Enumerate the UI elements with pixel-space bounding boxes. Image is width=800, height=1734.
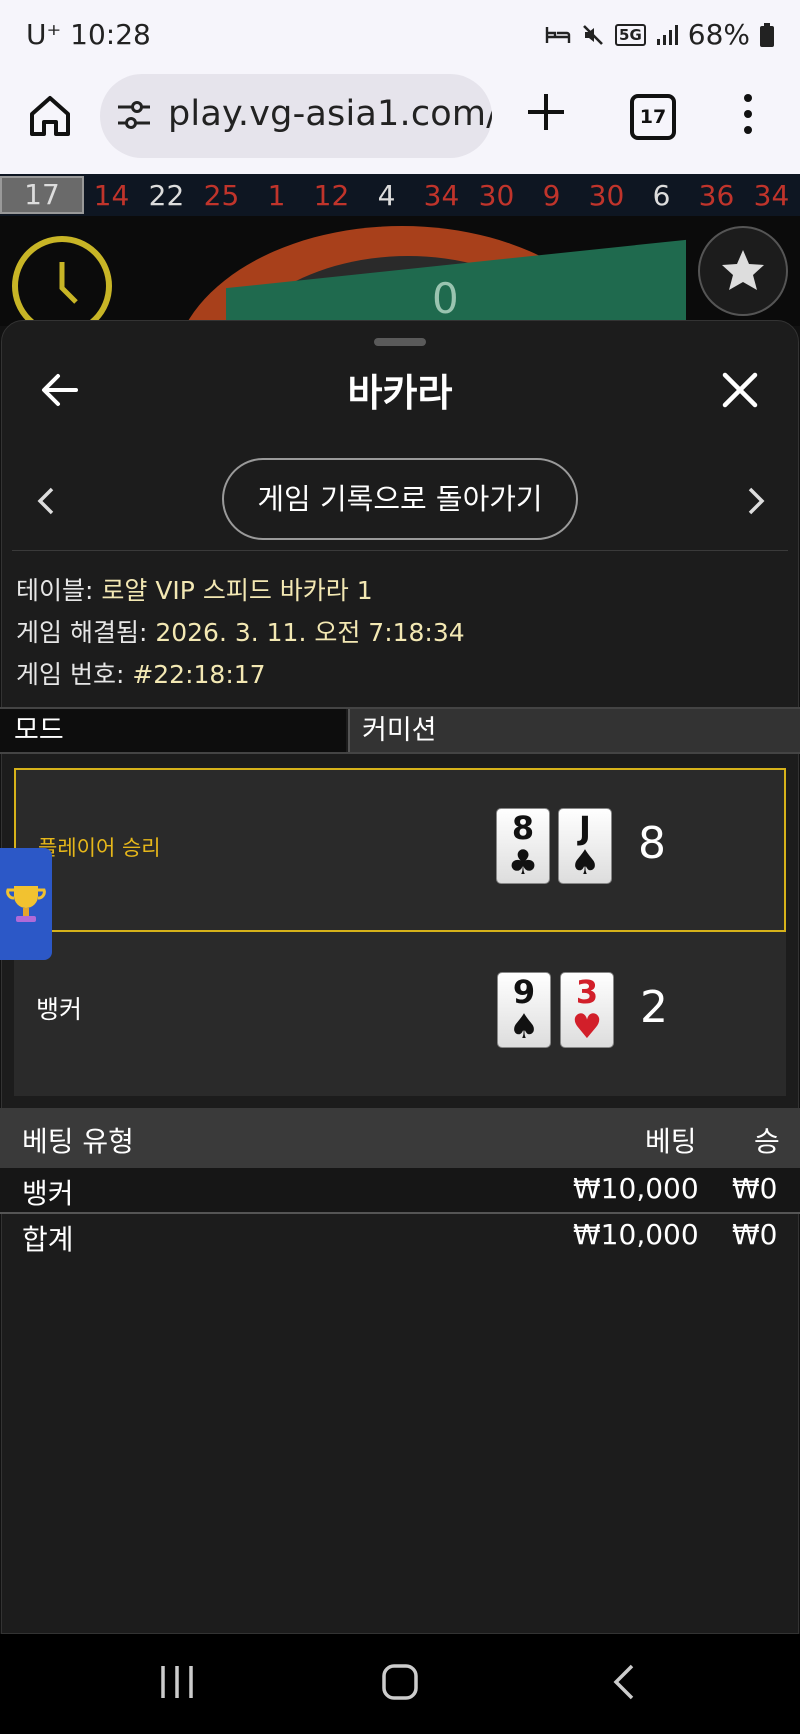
bet-type-cell: 뱅커 (22, 1177, 74, 1210)
status-icons: 5G 68% (545, 18, 774, 51)
history-number: 4 (377, 178, 396, 212)
bet-type-header: 베팅 유형 (22, 1125, 134, 1158)
history-number: 25 (203, 178, 240, 212)
history-number: 34 (423, 178, 460, 212)
address-bar[interactable]: play.vg-asia1.com/ (100, 74, 492, 158)
more-menu-icon[interactable] (736, 92, 760, 136)
previous-game-chevron-icon[interactable] (36, 486, 56, 516)
player-win-label: 플레이어 승리 (38, 836, 161, 860)
player-card-1: 8 ♣ (496, 808, 550, 884)
table-divider (0, 1212, 800, 1214)
table-label: 테이블: (16, 576, 102, 605)
status-time: U⁺ 10:28 (26, 18, 151, 51)
battery-text: 68% (687, 18, 750, 51)
url-text: play.vg-asia1.com/ (168, 94, 492, 134)
trophy-icon (6, 886, 46, 922)
signal-icon (656, 24, 678, 45)
home-icon[interactable] (26, 92, 74, 140)
new-tab-icon[interactable] (524, 90, 568, 134)
total-win: ₩0 (732, 1218, 778, 1251)
favorite-star-icon[interactable] (698, 226, 788, 316)
total-label: 합계 (22, 1223, 74, 1256)
history-number: 1 (267, 178, 286, 212)
history-number: 30 (588, 178, 625, 212)
player-card-2: J ♠ (558, 808, 612, 884)
game-number-label: 게임 번호: (16, 660, 133, 689)
roulette-history-strip: 17 14 22 25 1 12 4 34 30 9 30 6 36 34 (0, 174, 800, 216)
tab-switcher-button[interactable]: 17 (630, 94, 676, 140)
timer-icon (12, 236, 112, 326)
mute-icon (583, 24, 603, 45)
mode-label: 모드 (0, 709, 346, 752)
next-game-chevron-icon[interactable] (746, 486, 766, 516)
game-number-value: #22:18:17 (132, 660, 266, 689)
battery-icon (760, 22, 774, 47)
history-number: 17 (0, 176, 84, 214)
status-bar: U⁺ 10:28 5G 68% (0, 0, 800, 70)
win-amount-header: 승 (754, 1125, 780, 1158)
total-bet: ₩10,000 (573, 1218, 699, 1251)
trophy-tab[interactable] (0, 848, 52, 960)
history-number: 34 (753, 178, 790, 212)
history-number: 6 (652, 178, 671, 212)
mode-value: 커미션 (348, 709, 800, 752)
player-score: 8 (638, 818, 666, 869)
resolved-label: 게임 해결됨: (16, 618, 156, 647)
banker-label: 뱅커 (36, 995, 83, 1024)
back-nav-icon[interactable] (612, 1662, 636, 1702)
divider (12, 550, 788, 551)
game-number-info: 게임 번호: #22:18:17 (16, 655, 266, 691)
back-to-history-button[interactable]: 게임 기록으로 돌아가기 (222, 458, 578, 540)
history-number: 9 (542, 178, 561, 212)
history-number: 36 (698, 178, 735, 212)
resolved-value: 2026. 3. 11. 오전 7:18:34 (155, 618, 465, 647)
roulette-scene: 0 (0, 216, 800, 326)
banker-card-1: 9 ♠ (497, 972, 551, 1048)
banker-score: 2 (640, 982, 668, 1033)
bed-icon (545, 26, 571, 43)
bet-amount-cell: ₩10,000 (573, 1172, 699, 1205)
site-settings-icon[interactable] (116, 98, 152, 132)
close-icon[interactable] (720, 370, 760, 410)
table-info: 테이블: 로얄 VIP 스피드 바카라 1 (16, 571, 373, 607)
history-number: 12 (313, 178, 350, 212)
sheet-title: 바카라 (347, 371, 453, 415)
recent-apps-icon[interactable] (160, 1664, 194, 1700)
home-nav-icon[interactable] (380, 1662, 420, 1702)
browser-toolbar: play.vg-asia1.com/ 17 (0, 70, 800, 174)
banker-card-2: 3 ♥ (560, 972, 614, 1048)
bet-amount-header: 베팅 (645, 1125, 697, 1158)
history-number: 14 (93, 178, 130, 212)
system-nav-bar (0, 1634, 800, 1734)
history-number: 22 (148, 178, 185, 212)
history-number: 30 (478, 178, 515, 212)
table-value: 로얄 VIP 스피드 바카라 1 (101, 576, 373, 605)
zero-label: 0 (432, 274, 459, 323)
win-amount-cell: ₩0 (732, 1172, 778, 1205)
sheet-grabber[interactable] (374, 338, 426, 346)
resolved-info: 게임 해결됨: 2026. 3. 11. 오전 7:18:34 (16, 613, 465, 649)
network-5g-icon: 5G (615, 23, 646, 46)
